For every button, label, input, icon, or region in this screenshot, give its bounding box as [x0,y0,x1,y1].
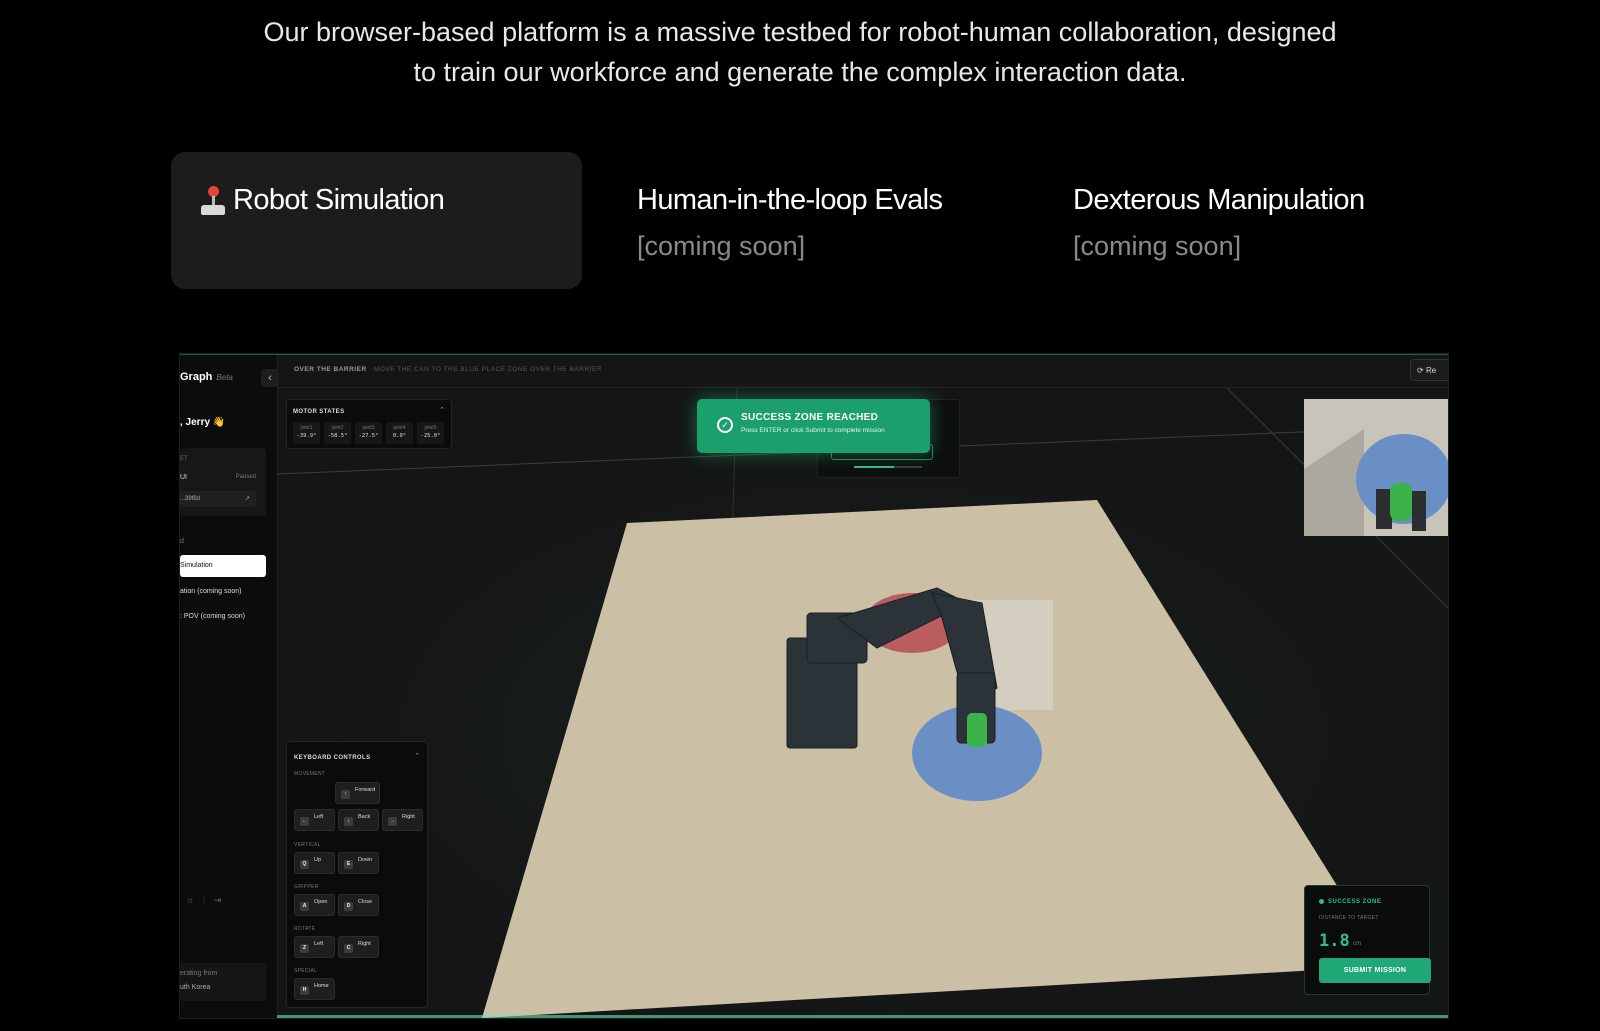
wallet-card: ET UI Paused ...39f8d ↗ [180,448,266,516]
progress-bar [854,466,922,468]
group-label: GRIPPER [294,884,319,890]
motor-states-title: MOTOR STATES [293,409,345,415]
joint-cell: joint5 -25.0° [417,422,444,444]
check-circle-icon: ✓ [717,417,733,433]
sidebar-footer-icons: ☼ | ⇥ [186,895,222,905]
tab-subtitle: [coming soon] [1073,231,1242,261]
viewport-bottom-glow [277,1015,1448,1018]
simulation-viewport[interactable] [277,388,1448,1018]
mission-bar: OVER THE BARRIER · MOVE THE CAN TO THE B… [277,355,1448,388]
key-open[interactable]: A Open [294,894,335,916]
motor-states-panel: MOTOR STATES ⌃ joint1 -39.9° joint2 -58.5°… [286,399,452,449]
brand-logo: Graph Beta [180,371,233,383]
wallet-label: ET [180,456,188,462]
submit-mission-button[interactable]: SUBMIT MISSION [1319,958,1431,983]
key-rotate-left[interactable]: Z Left [294,936,335,958]
key-right[interactable]: → Right [382,809,423,831]
key-close[interactable]: D Close [338,894,379,916]
chevron-up-icon[interactable]: ⌃ [414,752,420,760]
sidebar-section-label: d [180,538,184,545]
wallet-status: Paused [235,474,256,480]
settings-icon[interactable]: ☼ [186,895,194,905]
tab-human-in-the-loop[interactable]: Human-in-the-loop Evals [coming soon] [637,184,943,321]
keyboard-controls-title: KEYBOARD CONTROLS [294,755,371,761]
sidebar-item-coming-soon-1[interactable]: ation (coming soon) [180,581,266,603]
distance-label: DISTANCE TO TARGET [1319,915,1379,921]
tab-title: Robot Simulation [233,184,445,216]
success-zone-panel: SUCCESS ZONE DISTANCE TO TARGET 1.8 cm S… [1304,885,1431,995]
key-forward[interactable]: ↑ Forward [335,782,380,804]
sidebar-item-coming-soon-2[interactable]: : POV (coming soon) [180,606,266,628]
tab-subtitle: [coming soon] [637,231,806,261]
tab-title: Human-in-the-loop Evals [637,184,943,216]
can [967,713,987,747]
wallet-name: UI [180,474,187,481]
key-left[interactable]: ← Left [294,809,335,831]
group-label: SPECIAL [294,968,318,974]
mission-title: OVER THE BARRIER · MOVE THE CAN TO THE B… [294,366,602,373]
success-zone-title: SUCCESS ZONE [1319,899,1381,905]
beta-badge: Beta [216,373,233,382]
intro-text: Our browser-based platform is a massive … [0,12,1600,92]
toast-title: SUCCESS ZONE REACHED [741,412,879,423]
group-label: VERTICAL [294,842,321,848]
sidebar-item-simulation[interactable]: Simulation [180,555,266,577]
key-rotate-right[interactable]: C Right [338,936,379,958]
key-home[interactable]: H Home [294,978,335,1000]
location-value: uth Korea [180,984,211,991]
refresh-icon: ⟳ [1417,366,1426,375]
app-screenshot: Graph Beta ‹ , Jerry 👋 ET UI Paused ...39… [180,354,1448,1018]
joint-cell: joint4 0.0° [386,422,413,444]
joint-cell: joint2 -58.5° [324,422,351,444]
location-label: erating from [180,970,218,977]
distance-value: 1.8 [1319,931,1350,951]
chevron-up-icon[interactable]: ⌃ [439,406,445,414]
intro-line-2: to train our workforce and generate the … [413,57,1187,87]
joint-cell: joint3 -27.5° [355,422,382,444]
key-up[interactable]: Q Up [294,852,335,874]
greeting: , Jerry 👋 [180,417,226,428]
success-toast: ✓ SUCCESS ZONE REACHED Press ENTER or cl… [697,399,930,453]
mission-description: · MOVE THE CAN TO THE BLUE PLACE ZONE OV… [368,366,602,373]
intro-line-1: Our browser-based platform is a massive … [263,17,1337,47]
tab-dexterous-manipulation[interactable]: Dexterous Manipulation [coming soon] [1073,184,1365,321]
key-back[interactable]: ↓ Back [338,809,379,831]
external-link-icon: ↗ [244,496,250,502]
joystick-icon [201,185,225,216]
keyboard-controls-panel: KEYBOARD CONTROLS ⌃ MOVEMENT ↑ Forward ← L… [286,741,428,1008]
tab-title: Dexterous Manipulation [1073,184,1365,216]
app-sidebar: Graph Beta ‹ , Jerry 👋 ET UI Paused ...39… [180,355,279,1018]
reset-button[interactable]: ⟳ Re [1410,359,1448,381]
location-card: erating from uth Korea [180,963,266,1001]
joint-cell: joint1 -39.9° [293,422,320,444]
tab-robot-simulation[interactable]: Robot Simulation [171,152,582,289]
wallet-address[interactable]: ...39f8d ↗ [180,491,256,507]
key-down[interactable]: E Down [338,852,379,874]
group-label: ROTATE [294,926,316,932]
logout-icon[interactable]: ⇥ [214,895,222,905]
distance-unit: cm [1353,941,1361,947]
camera-view-thumbnail [1304,399,1448,536]
toast-subtitle: Press ENTER or click Submit to complete … [741,427,885,434]
group-label: MOVEMENT [294,771,326,777]
